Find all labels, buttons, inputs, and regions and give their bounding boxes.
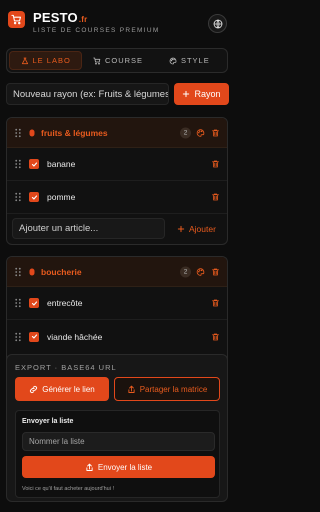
palette-icon[interactable] [196, 128, 205, 137]
trash-icon[interactable] [211, 128, 220, 137]
generate-link-label: Générer le lien [42, 384, 95, 394]
item-checkbox[interactable] [29, 159, 39, 169]
check-icon [31, 300, 37, 306]
category-color-icon [29, 129, 35, 136]
add-item-row: Ajouter un article... Ajouter [7, 214, 227, 244]
export-label: EXPORT · BASE64 URL [15, 363, 117, 372]
send-hint: Voici ce qu'il faut acheter aujourd'hui … [22, 486, 114, 492]
check-icon [31, 194, 37, 200]
item-checkbox[interactable] [29, 192, 39, 202]
drag-handle-icon[interactable] [15, 159, 21, 169]
list-item: pomme [7, 181, 227, 214]
tab-label: STYLE [180, 56, 210, 65]
list-item: banane [7, 148, 227, 181]
trash-icon[interactable] [211, 267, 220, 276]
category-header: fruits & légumes 2 [7, 118, 227, 148]
item-checkbox[interactable] [29, 298, 39, 308]
category-header: boucherie 2 [7, 257, 227, 287]
app-logo [8, 11, 25, 28]
globe-icon [213, 19, 222, 28]
tab-style[interactable]: STYLE [154, 51, 225, 70]
add-item-button[interactable]: Ajouter [177, 218, 216, 239]
list-item: viande hâchée [7, 320, 227, 353]
palette-icon[interactable] [196, 267, 205, 276]
add-item-label: Ajouter [189, 223, 216, 234]
brand-title: PESTO.fr [33, 10, 87, 25]
plus-icon [183, 90, 190, 98]
brand-tagline: LISTE DE COURSES PREMIUM [33, 27, 160, 34]
main-tabs: LE LABO COURSE STYLE [6, 48, 228, 73]
send-list-title: Envoyer la liste [22, 418, 74, 425]
brand-tld: .fr [78, 15, 88, 24]
share-icon [128, 385, 135, 393]
list-name-input[interactable]: Nommer la liste [22, 432, 215, 451]
add-rayon-button[interactable]: Rayon [174, 83, 229, 105]
trash-icon[interactable] [211, 332, 220, 341]
check-icon [31, 161, 37, 167]
tab-label: COURSE [104, 56, 144, 65]
send-list-button[interactable]: Envoyer la liste [22, 456, 215, 478]
tab-course[interactable]: COURSE [82, 51, 153, 70]
send-list-box: Envoyer la liste Nommer la liste Envoyer… [15, 410, 220, 498]
item-checkbox[interactable] [29, 331, 39, 342]
item-name: entrecôte [47, 298, 83, 308]
category-name: boucherie [41, 266, 82, 277]
item-count-badge: 2 [180, 127, 191, 138]
check-icon [31, 334, 37, 339]
category-card-fruits: fruits & légumes 2 banane pomme Ajouter … [6, 117, 228, 245]
export-panel: EXPORT · BASE64 URL Générer le lien Part… [6, 354, 228, 502]
add-rayon-label: Rayon [194, 89, 221, 99]
share-icon [86, 463, 93, 471]
list-item: entrecôte [7, 287, 227, 320]
trash-icon[interactable] [211, 160, 220, 169]
generate-link-button[interactable]: Générer le lien [15, 377, 109, 401]
trash-icon[interactable] [211, 299, 220, 308]
link-icon [30, 385, 38, 393]
item-name: viande hâchée [47, 331, 103, 342]
item-name: pomme [47, 192, 76, 202]
tab-label: LE LABO [32, 56, 71, 65]
cart-icon [93, 57, 101, 65]
drag-handle-icon[interactable] [15, 332, 21, 341]
send-list-label: Envoyer la liste [97, 462, 153, 472]
category-name: fruits & légumes [41, 127, 108, 138]
add-item-input[interactable]: Ajouter un article... [12, 218, 165, 239]
category-card-boucherie: boucherie 2 entrecôte viande hâchée [6, 256, 228, 360]
new-rayon-input[interactable]: Nouveau rayon (ex: Fruits & légumes) [6, 83, 169, 105]
plus-icon [177, 225, 185, 232]
drag-handle-icon[interactable] [15, 128, 21, 137]
language-button[interactable] [208, 14, 227, 33]
tab-le-labo[interactable]: LE LABO [9, 51, 83, 70]
cart-icon [11, 14, 21, 25]
drag-handle-icon[interactable] [15, 192, 21, 202]
flask-icon [21, 57, 28, 64]
brand-name: PESTO [33, 10, 78, 25]
item-count-badge: 2 [180, 266, 191, 277]
item-name: banane [47, 159, 76, 169]
share-matrix-button[interactable]: Partager la matrice [114, 377, 220, 401]
drag-handle-icon[interactable] [15, 298, 21, 308]
drag-handle-icon[interactable] [15, 267, 21, 276]
palette-icon [169, 57, 177, 64]
trash-icon[interactable] [211, 193, 220, 202]
category-color-icon [29, 268, 35, 275]
share-matrix-label: Partager la matrice [139, 384, 208, 394]
